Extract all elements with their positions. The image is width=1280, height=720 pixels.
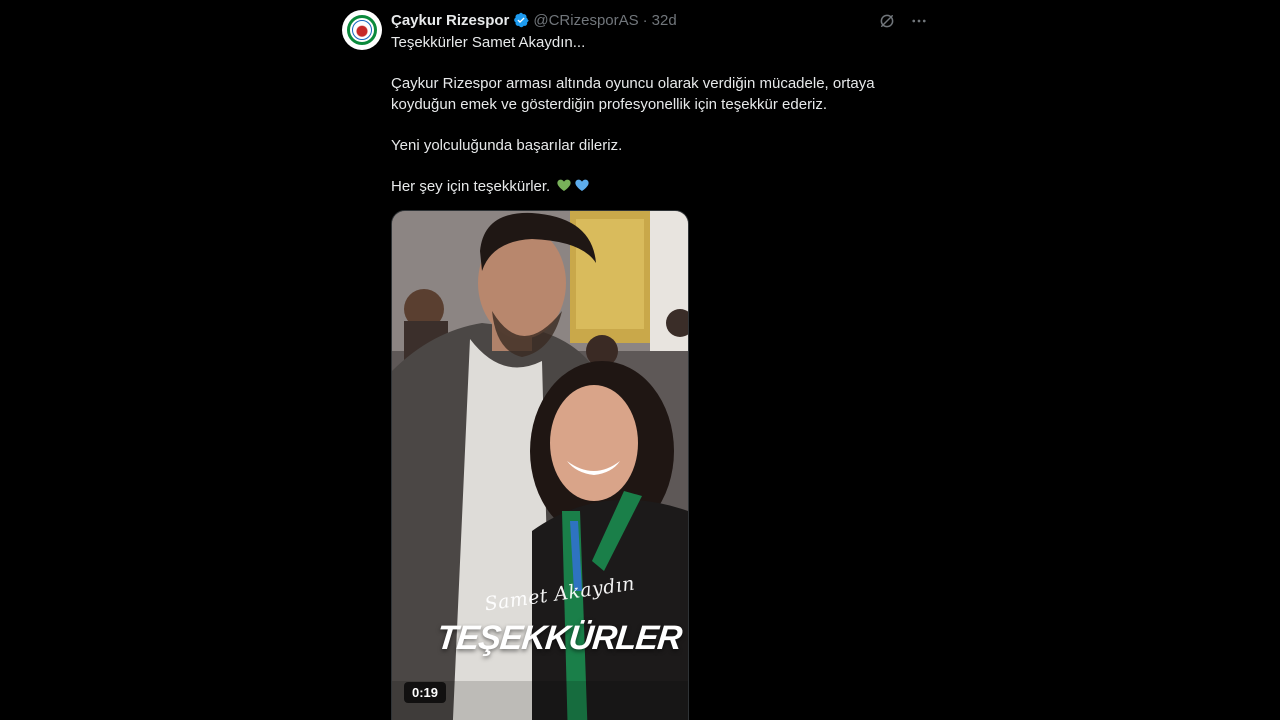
verified-badge-icon	[514, 12, 529, 28]
tweet[interactable]: Çaykur Rizespor @CRizesporAS · 32d Teşek…	[340, 0, 940, 720]
tweet-text: Teşekkürler Samet Akaydın... Çaykur Rize…	[391, 33, 936, 197]
page: Çaykur Rizespor @CRizesporAS · 32d Teşek…	[0, 0, 1280, 720]
club-logo-icon	[347, 15, 377, 45]
more-icon[interactable]	[908, 10, 930, 32]
tweet-paragraph: Teşekkürler Samet Akaydın...	[391, 34, 586, 51]
tweet-actions	[876, 10, 930, 32]
display-name[interactable]: Çaykur Rizespor	[391, 12, 509, 29]
avatar[interactable]	[342, 10, 382, 50]
tweet-header: Çaykur Rizespor @CRizesporAS · 32d	[391, 10, 677, 30]
video-player[interactable]: Samet Akaydın TEŞEKKÜRLER 0:19	[391, 210, 689, 720]
overlay-title: TEŞEKKÜRLER	[435, 619, 684, 657]
tweet-paragraph-last: Her şey için teşekkürler.	[391, 177, 936, 198]
blue-heart-icon	[575, 179, 590, 191]
tweet-paragraph: Yeni yolculuğunda başarılar dileriz.	[391, 136, 623, 154]
timestamp[interactable]: 32d	[652, 12, 677, 29]
grok-icon[interactable]	[876, 10, 898, 32]
user-handle[interactable]: @CRizesporAS	[533, 12, 638, 29]
separator-dot: ·	[642, 11, 648, 29]
green-heart-icon	[557, 179, 572, 191]
tweet-paragraph: Çaykur Rizespor arması altında oyuncu ol…	[391, 75, 875, 113]
video-duration: 0:19	[404, 682, 447, 703]
tweet-paragraph-text: Her şey için teşekkürler.	[391, 177, 551, 195]
